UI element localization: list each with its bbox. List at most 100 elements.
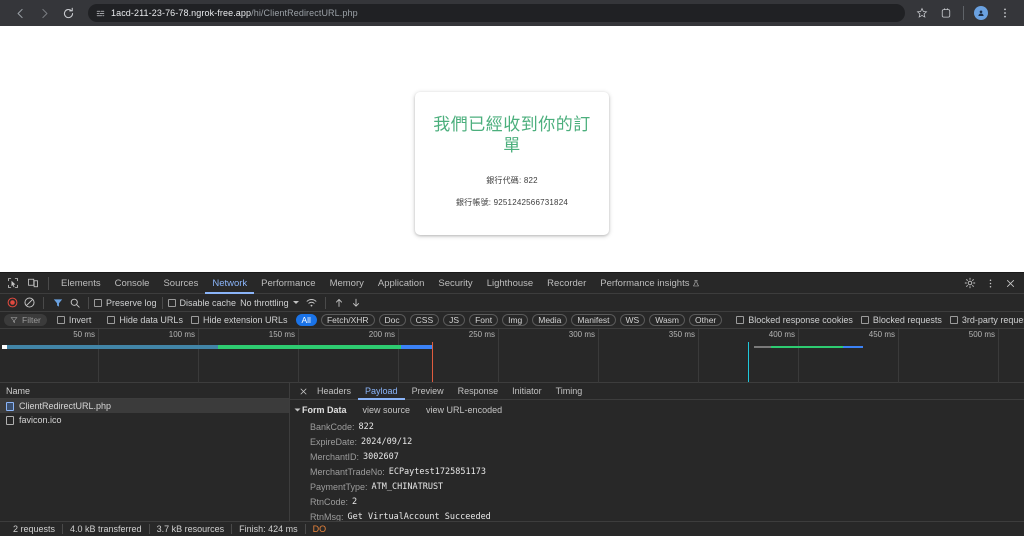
filter-icon — [53, 298, 62, 307]
table-row[interactable]: ClientRedirectURL.php — [0, 399, 289, 413]
forward-button[interactable] — [32, 1, 56, 25]
detail-tab-headers[interactable]: Headers — [310, 383, 358, 400]
blocked-response-cookies-checkbox[interactable]: Blocked response cookies — [736, 315, 853, 325]
type-chip-font[interactable]: Font — [469, 314, 499, 326]
detail-tab-preview[interactable]: Preview — [405, 383, 451, 400]
tab-label: Response — [457, 386, 499, 396]
request-detail-tabs: Headers Payload Preview Response Initiat… — [290, 383, 1024, 400]
filter-toggle-button[interactable] — [49, 294, 66, 311]
record-button[interactable] — [4, 294, 21, 311]
type-chip-all[interactable]: All — [295, 314, 317, 326]
tab-sources[interactable]: Sources — [156, 273, 205, 294]
profile-button[interactable] — [970, 2, 992, 24]
request-list-header[interactable]: Name — [0, 383, 289, 399]
detail-tab-response[interactable]: Response — [451, 383, 506, 400]
view-source-button[interactable]: view source — [363, 405, 411, 415]
extensions-button[interactable] — [935, 2, 957, 24]
detail-tab-payload[interactable]: Payload — [358, 383, 405, 400]
list-item: RtnCode: 2 — [296, 494, 1024, 509]
tab-label: Sources — [163, 277, 199, 289]
blocked-response-cookies-label: Blocked response cookies — [748, 315, 853, 325]
browser-window: 1acd-211-23-76-78.ngrok-free.app/hi/Clie… — [0, 0, 1024, 536]
bookmark-button[interactable] — [911, 2, 933, 24]
filter-input[interactable]: Filter — [4, 314, 47, 326]
tab-elements[interactable]: Elements — [54, 273, 108, 294]
form-data-section-header[interactable]: Form Data view source view URL-encoded — [294, 405, 1024, 415]
tab-label: Performance — [261, 277, 316, 289]
type-chip-manifest[interactable]: Manifest — [571, 314, 616, 326]
devtools-settings-button[interactable] — [960, 274, 980, 293]
devtools-more-button[interactable] — [980, 274, 1000, 293]
field-key: BankCode: — [310, 421, 355, 432]
site-settings-icon[interactable] — [96, 9, 105, 18]
inspect-element-button[interactable] — [3, 274, 23, 293]
export-har-button[interactable] — [348, 294, 365, 311]
detail-tab-timing[interactable]: Timing — [549, 383, 590, 400]
disable-cache-checkbox[interactable]: Disable cache — [167, 298, 236, 308]
forward-arrow-icon — [41, 8, 47, 18]
tab-recorder[interactable]: Recorder — [540, 273, 593, 294]
device-toolbar-button[interactable] — [23, 274, 43, 293]
address-bar[interactable]: 1acd-211-23-76-78.ngrok-free.app/hi/Clie… — [88, 4, 905, 22]
tab-performance[interactable]: Performance — [254, 273, 322, 294]
detail-tab-initiator[interactable]: Initiator — [505, 383, 549, 400]
blocked-requests-checkbox[interactable]: Blocked requests — [860, 315, 942, 325]
clear-button[interactable] — [21, 294, 38, 311]
chevron-down-icon — [294, 408, 301, 412]
type-chip-ws[interactable]: WS — [619, 314, 646, 326]
tab-label: Headers — [317, 386, 352, 396]
import-har-button[interactable] — [331, 294, 348, 311]
chip-label: All — [301, 315, 311, 325]
search-button[interactable] — [66, 294, 83, 311]
timeline-tick-label: 100 ms — [168, 330, 195, 339]
type-chip-js[interactable]: JS — [443, 314, 466, 326]
type-chip-media[interactable]: Media — [532, 314, 568, 326]
checkbox-box — [949, 316, 958, 324]
field-key: MerchantTradeNo: — [310, 466, 385, 477]
url-path: /hi/ClientRedirectURL.php — [251, 8, 358, 18]
type-chip-img[interactable]: Img — [502, 314, 529, 326]
toolbar-divider — [324, 296, 326, 309]
tab-lighthouse[interactable]: Lighthouse — [480, 273, 540, 294]
timeline-tick-label: 300 ms — [568, 330, 595, 339]
type-chip-other[interactable]: Other — [689, 314, 723, 326]
view-url-encoded-button[interactable]: view URL-encoded — [426, 405, 502, 415]
network-overview[interactable]: 50 ms 100 ms 150 ms 200 ms 250 ms 300 ms… — [0, 329, 1024, 383]
back-button[interactable] — [8, 1, 32, 25]
request-detail-panel: Headers Payload Preview Response Initiat… — [290, 383, 1024, 536]
throttling-select[interactable]: No throttling — [236, 298, 303, 308]
status-transferred: 4.0 kB transferred — [70, 524, 142, 534]
preserve-log-label: Preserve log — [106, 297, 157, 308]
tab-label: Lighthouse — [486, 277, 534, 289]
devtools-close-button[interactable] — [1000, 274, 1020, 293]
tab-performance-insights[interactable]: Performance insights — [593, 273, 707, 294]
table-row[interactable]: favicon.ico — [0, 413, 289, 427]
column-header-name: Name — [6, 385, 31, 396]
chrome-menu-button[interactable] — [994, 2, 1016, 24]
type-chip-css[interactable]: CSS — [409, 314, 440, 326]
chip-label: Fetch/XHR — [326, 315, 369, 325]
checkbox-box — [94, 298, 102, 307]
type-chip-wasm[interactable]: Wasm — [649, 314, 685, 326]
tab-label: Initiator — [512, 386, 542, 396]
field-key: MerchantID: — [310, 451, 360, 462]
hide-data-urls-checkbox[interactable]: Hide data URLs — [107, 315, 183, 325]
tab-network[interactable]: Network — [205, 273, 254, 294]
preserve-log-checkbox[interactable]: Preserve log — [94, 298, 157, 308]
tab-application[interactable]: Application — [371, 273, 431, 294]
hide-extension-urls-checkbox[interactable]: Hide extension URLs — [190, 315, 288, 325]
tab-memory[interactable]: Memory — [323, 273, 371, 294]
type-chip-fetch-xhr[interactable]: Fetch/XHR — [320, 314, 375, 326]
type-chip-doc[interactable]: Doc — [378, 314, 406, 326]
reload-button[interactable] — [56, 1, 80, 25]
tab-security[interactable]: Security — [431, 273, 479, 294]
tab-console[interactable]: Console — [108, 273, 157, 294]
tabbar-divider — [48, 276, 49, 290]
url-text: 1acd-211-23-76-78.ngrok-free.app/hi/Clie… — [111, 8, 358, 18]
third-party-requests-checkbox[interactable]: 3rd-party requests — [949, 315, 1024, 325]
network-filterbar: Filter Invert Hide data URLs Hide extens… — [0, 312, 1024, 329]
network-conditions-button[interactable] — [303, 294, 320, 311]
detail-close-button[interactable] — [296, 384, 310, 398]
invert-checkbox[interactable]: Invert — [56, 315, 91, 325]
chip-label: Doc — [384, 315, 400, 325]
